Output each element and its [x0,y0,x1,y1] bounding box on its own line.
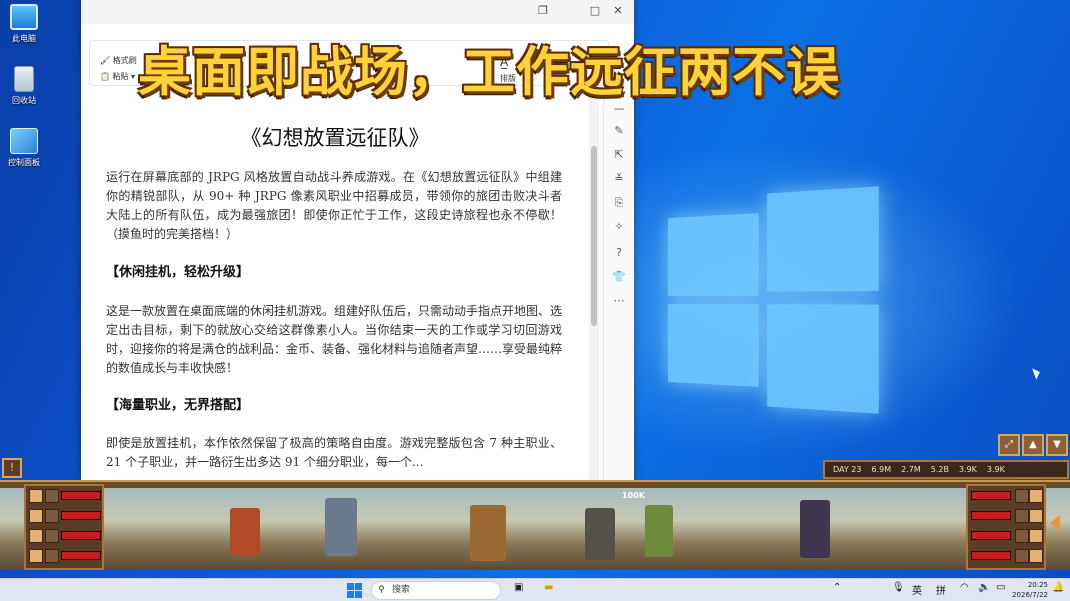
microphone-icon[interactable]: 🎙 [892,582,905,593]
document-title: 《幻想放置远征队》 [240,126,430,150]
ime-language[interactable]: 英 [912,582,922,597]
day-counter: DAY 23 [833,465,862,474]
resource-count: 2.7M [901,465,921,474]
gold-count: 6.9M [871,465,892,474]
section-heading: 【海量职业，无界搭配】 [106,398,250,413]
battery-icon[interactable]: ▭ [996,582,1005,593]
video-caption-title: 桌面即战场，工作远征两不误 [138,42,840,103]
knight-unit [325,498,357,556]
section-heading: 【休闲挂机，轻松升级】 [106,265,250,280]
shirt-icon[interactable]: 👕 [612,270,626,284]
more-icon[interactable]: ⋯ [612,294,626,308]
ime-mode[interactable]: 拼 [936,582,946,597]
share-icon[interactable]: ⎘ [612,196,626,210]
section-paragraph: 即使是放置挂机，本作依然保留了极高的策略自由度。游戏完整版包含 7 种主职业、2… [106,436,562,469]
game-collapse-button[interactable]: ▼ [1046,434,1068,456]
enemy-unit [585,508,615,560]
enemy-mage-unit [800,500,830,558]
magic-icon[interactable]: ✧ [612,220,626,234]
pen-icon[interactable]: ✎ [612,124,626,138]
recycle-bin-icon [14,66,34,92]
hp-bar [61,551,101,560]
help-icon[interactable]: ? [612,246,626,260]
format-painter-label: 格式刷 [112,56,137,65]
mouse-cursor-icon [1032,366,1042,380]
taskbar: ⚲ 搜索 ▣ ▬ ⌃ 🎙 英 拼 ◠ 🔈 ▭ 20:25 2026/7/22 🔔 [0,578,1070,601]
notification-icon[interactable]: 🔔 [1052,582,1064,593]
tray-chevron-icon[interactable]: ⌃ [833,582,841,593]
game-frame-top [0,480,1070,488]
document-page[interactable]: 《幻想放置远征队》 运行在屏幕底部的 JRPG 风格放置自动战斗养成游戏。在《幻… [81,96,589,480]
clock-date: 2026/7/22 [1012,591,1048,599]
paste-label: 粘贴 [112,72,129,81]
hero-unit [230,508,260,556]
windows-logo [668,186,879,414]
format-painter-button[interactable]: 🖌 格式刷 [100,55,137,66]
game-castle-button[interactable]: ▲ [1022,434,1044,456]
clock-time: 20:25 [1027,581,1048,589]
file-explorer-icon[interactable]: ▬ [544,582,553,593]
expand-arrow-icon[interactable] [1050,515,1060,531]
clipboard-icon: 📋 [100,72,110,81]
select-icon[interactable]: ⇱ [612,148,626,162]
monitor-icon [10,4,38,30]
desktop-icon-label: 此电脑 [12,34,36,43]
adjust-icon[interactable]: ≚ [612,172,626,186]
intro-paragraph: 运行在屏幕底部的 JRPG 风格放置自动战斗养成游戏。在《幻想放置远征队》中组建… [106,170,562,241]
hp-bar [61,491,101,500]
start-button[interactable] [347,583,362,598]
resource-count: 3.9K [958,465,977,474]
game-resize-button[interactable]: ⤢ [998,434,1020,456]
brush-icon: 🖌 [100,56,111,65]
vertical-scrollbar[interactable] [589,96,599,480]
hp-bar [61,531,101,540]
paste-button[interactable]: 📋 粘贴 ▾ [100,71,135,82]
combat-text: 100K [622,491,645,500]
taskbar-clock[interactable]: 20:25 2026/7/22 [1012,580,1048,600]
scrollbar-thumb[interactable] [591,146,597,326]
section-paragraph: 这是一款放置在桌面底端的休闲挂机游戏。组建好队伍后，只需动动手指点开地图、选定出… [106,304,563,375]
resource-count: 5.2B [930,465,949,474]
search-icon: ⚲ [378,585,385,595]
warrior-unit [470,505,506,561]
desktop-icon-label: 回收站 [12,96,36,105]
maximize-button[interactable]: □ [586,4,604,17]
control-panel-icon [10,128,38,154]
alert-icon[interactable]: ! [2,458,22,478]
right-party-panel[interactable] [966,484,1046,570]
window-titlebar: ❐ □ ✕ [81,0,634,24]
hp-bar [61,511,101,520]
task-view-icon[interactable]: ▣ [514,582,523,593]
resource-count: 3.9K [986,465,1005,474]
game-battlefield [0,480,1070,570]
game-resource-bar: DAY 23 6.9M 2.7M 5.2B 3.9K 3.9K [823,460,1069,479]
desktop-icon-this-pc[interactable]: 此电脑 [4,4,44,44]
search-placeholder: 搜索 [392,585,411,595]
enemy-unit [645,505,673,557]
wifi-icon[interactable]: ◠ [960,582,969,593]
volume-icon[interactable]: 🔈 [978,582,990,593]
taskbar-search[interactable]: ⚲ 搜索 [371,581,501,600]
restore-icon[interactable]: ❐ [534,4,552,17]
side-toolbar: — ✎ ⇱ ≚ ⎘ ✧ ? 👕 ⋯ [603,96,633,480]
close-button[interactable]: ✕ [609,4,627,17]
left-party-panel[interactable] [24,484,104,570]
desktop-icon-recycle-bin[interactable]: 回收站 [4,66,44,106]
desktop-icon-label: 控制面板 [8,158,40,167]
desktop-icon-control-panel[interactable]: 控制面板 [4,128,44,168]
